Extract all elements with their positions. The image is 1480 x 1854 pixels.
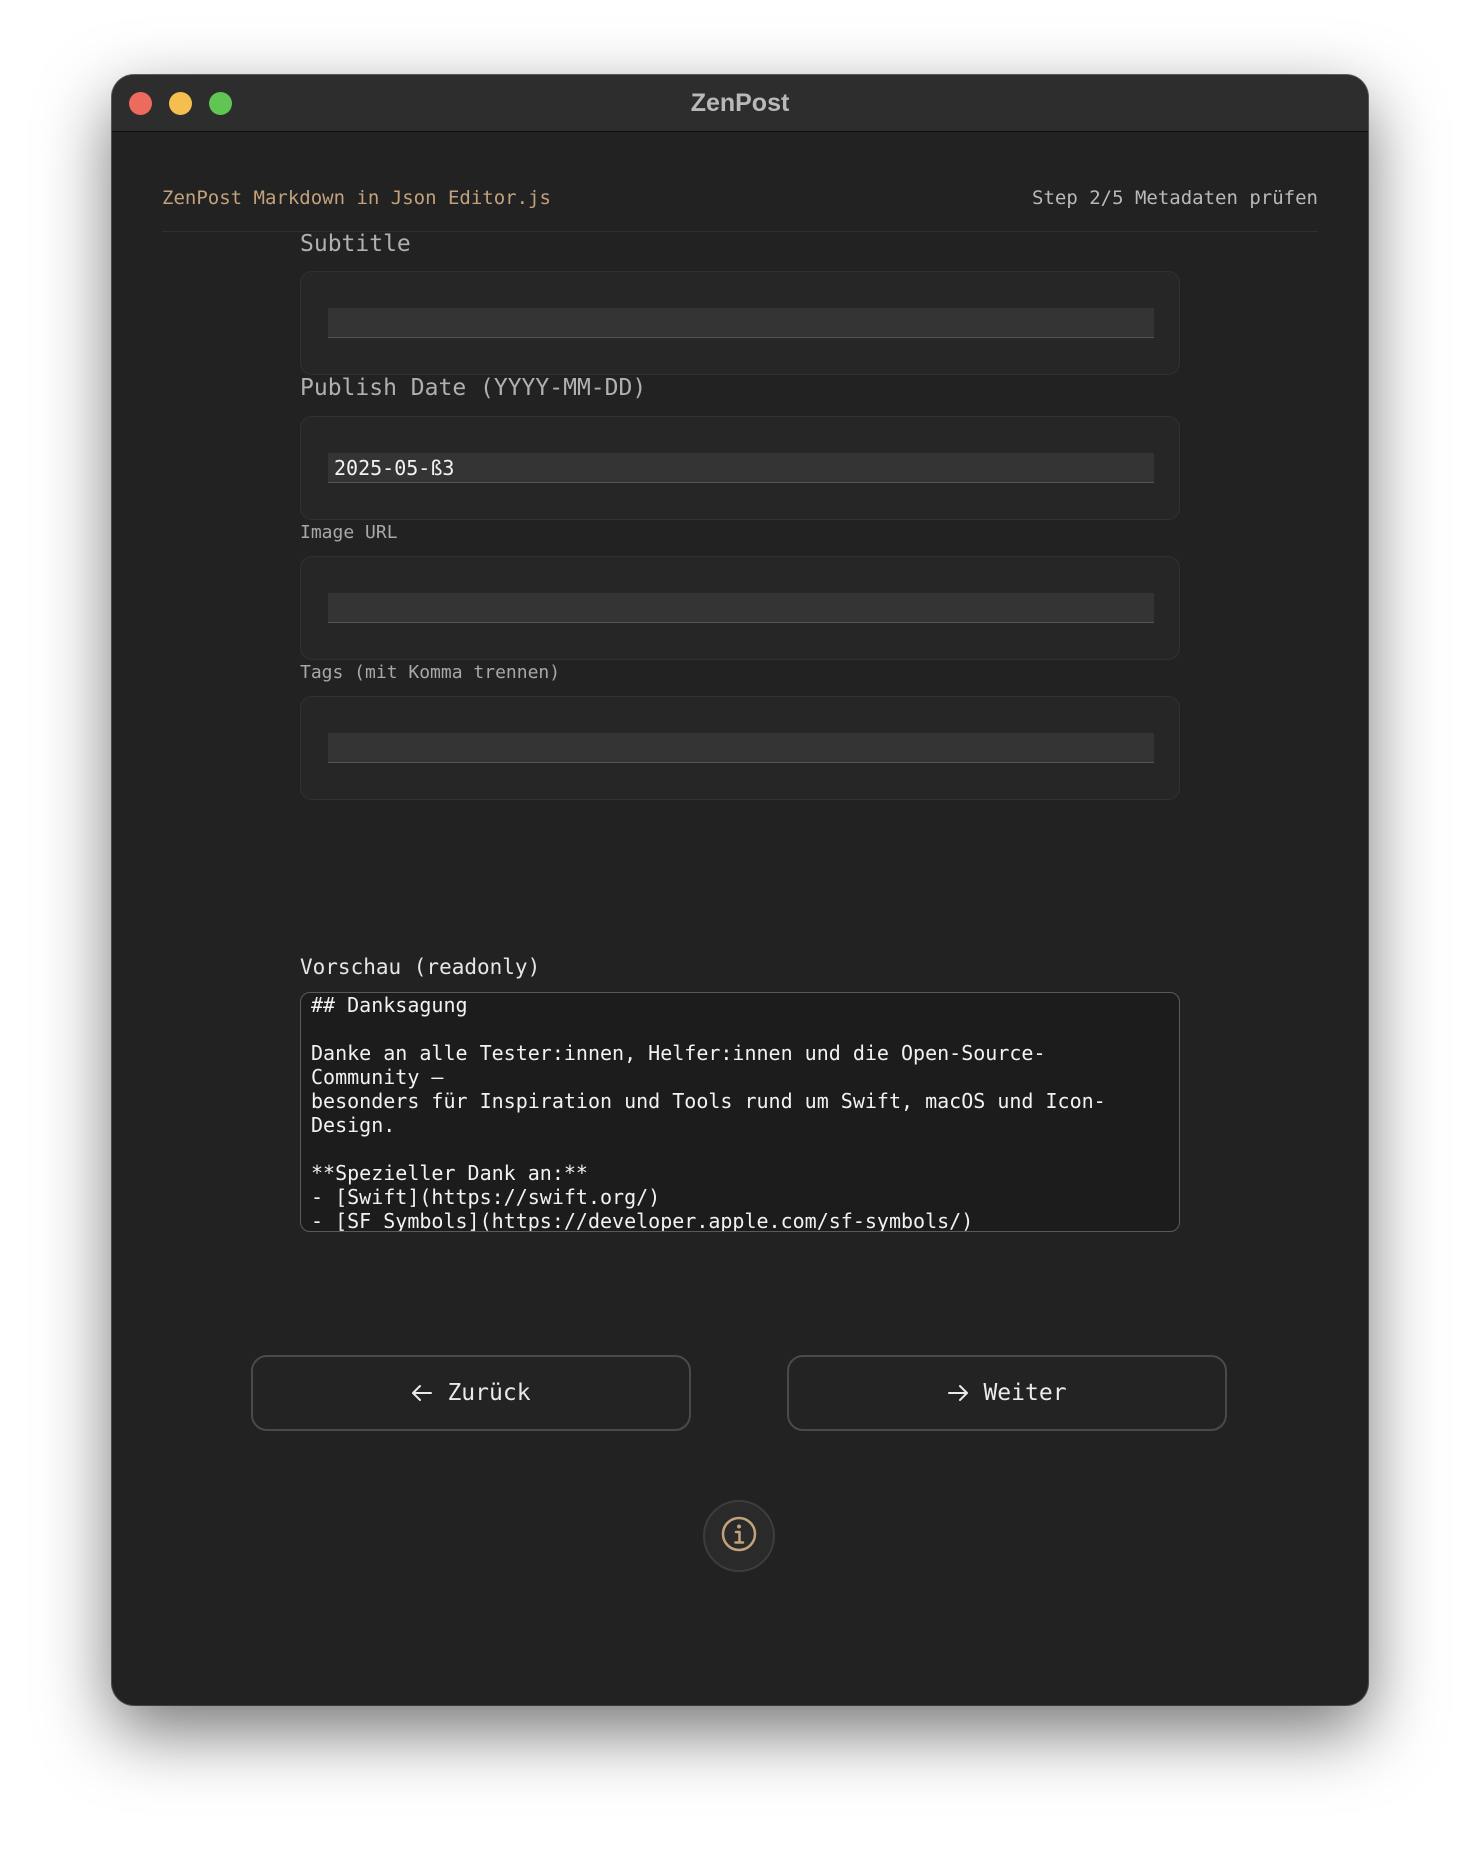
- publish-date-field-container: [300, 416, 1180, 520]
- title-bar[interactable]: ZenPost: [112, 75, 1368, 132]
- step-indicator: Step 2/5 Metadaten prüfen: [1032, 187, 1318, 209]
- subtitle-label: Subtitle: [300, 231, 411, 257]
- step-header: ZenPost Markdown in Json Editor.js Step …: [162, 187, 1318, 232]
- preview-label: Vorschau (readonly): [300, 955, 541, 979]
- app-name-label: ZenPost Markdown in Json Editor.js: [162, 187, 551, 209]
- image-url-input[interactable]: [328, 593, 1154, 623]
- tags-field-container: [300, 696, 1180, 800]
- back-button-label: Zurück: [447, 1380, 531, 1406]
- arrow-right-icon: [947, 1384, 969, 1402]
- subtitle-field-container: [300, 271, 1180, 375]
- app-window: ZenPost ZenPost Markdown in Json Editor.…: [112, 75, 1368, 1705]
- tags-input[interactable]: [328, 733, 1154, 763]
- image-url-field-container: [300, 556, 1180, 660]
- publish-date-label: Publish Date (YYYY-MM-DD): [300, 375, 647, 401]
- back-button[interactable]: Zurück: [251, 1355, 691, 1431]
- next-button[interactable]: Weiter: [787, 1355, 1227, 1431]
- preview-content: ## Danksagung Danke an alle Tester:innen…: [311, 993, 1106, 1232]
- info-button[interactable]: [703, 1500, 775, 1572]
- subtitle-input[interactable]: [328, 308, 1154, 338]
- info-circle-icon: [720, 1515, 758, 1557]
- tags-label: Tags (mit Komma trennen): [300, 662, 561, 683]
- publish-date-input[interactable]: [328, 453, 1154, 483]
- preview-textarea[interactable]: ## Danksagung Danke an alle Tester:innen…: [300, 992, 1180, 1232]
- image-url-label: Image URL: [300, 522, 398, 543]
- arrow-left-icon: [411, 1384, 433, 1402]
- window-title: ZenPost: [690, 89, 790, 117]
- next-button-label: Weiter: [983, 1380, 1067, 1406]
